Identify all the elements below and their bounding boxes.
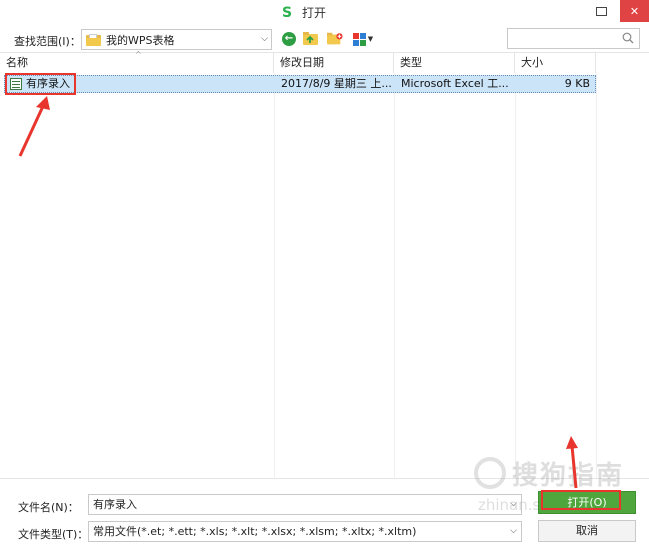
annotation-arrow-icon bbox=[566, 436, 578, 489]
up-folder-icon bbox=[303, 32, 318, 45]
column-header-type[interactable]: 类型 bbox=[394, 53, 515, 73]
new-folder-button[interactable] bbox=[327, 31, 343, 47]
back-button[interactable]: ← bbox=[281, 31, 297, 47]
title-bar: S 打开 ✕ bbox=[0, 0, 649, 26]
window-title-group: S 打开 bbox=[282, 4, 326, 21]
wps-logo-icon: S bbox=[282, 4, 293, 21]
dropdown-arrow-icon: ▼ bbox=[367, 35, 374, 43]
maximize-icon bbox=[595, 6, 607, 16]
row-size: 9 KB bbox=[564, 77, 590, 90]
lookin-combo[interactable]: 我的WPS表格 ⌵ bbox=[81, 29, 272, 50]
highlight-box bbox=[541, 490, 621, 510]
row-type: Microsoft Excel 工... bbox=[401, 77, 509, 90]
new-folder-icon bbox=[327, 32, 343, 45]
filename-field[interactable]: 有序录入 ⌵ bbox=[88, 494, 522, 515]
column-divider bbox=[596, 73, 597, 479]
table-row[interactable]: 有序录入 2017/8/9 星期三 上... Microsoft Excel 工… bbox=[4, 75, 596, 93]
highlight-box bbox=[5, 73, 76, 95]
column-divider bbox=[394, 73, 395, 479]
row-modified: 2017/8/9 星期三 上... bbox=[281, 77, 392, 90]
folder-icon bbox=[86, 33, 101, 46]
filetype-label: 文件类型(T)： bbox=[18, 528, 89, 541]
search-input[interactable] bbox=[507, 28, 640, 49]
lookin-label: 查找范围(I)： bbox=[14, 35, 81, 48]
column-header-name[interactable]: ^ 名称 bbox=[0, 50, 274, 73]
view-grid-icon bbox=[352, 32, 366, 46]
close-button[interactable]: ✕ bbox=[620, 0, 649, 22]
watermark-logo bbox=[474, 457, 506, 489]
column-header-modified[interactable]: 修改日期 bbox=[274, 53, 394, 73]
file-list[interactable]: ^ 名称 修改日期 类型 大小 有序录入 2017/8/9 星期三 上... M… bbox=[0, 50, 649, 479]
column-divider bbox=[274, 73, 275, 479]
cancel-button[interactable]: 取消 bbox=[538, 520, 636, 542]
annotation-arrow-icon bbox=[18, 96, 50, 157]
close-icon: ✕ bbox=[629, 4, 640, 18]
window-title: 打开 bbox=[302, 6, 327, 20]
column-header-size[interactable]: 大小 bbox=[515, 53, 596, 73]
chevron-down-icon: ⌵ bbox=[261, 34, 268, 44]
view-menu-button[interactable]: ▼ bbox=[350, 31, 376, 47]
back-arrow-icon: ← bbox=[282, 32, 296, 46]
up-folder-button[interactable] bbox=[303, 31, 319, 47]
search-icon bbox=[622, 32, 634, 44]
chevron-down-icon[interactable]: ⌵ bbox=[510, 522, 517, 541]
filename-label: 文件名(N)： bbox=[18, 501, 79, 514]
filetype-select[interactable]: 常用文件(*.et; *.ett; *.xls; *.xlt; *.xlsx; … bbox=[88, 521, 522, 542]
sort-up-icon: ^ bbox=[135, 50, 142, 59]
maximize-button[interactable] bbox=[588, 0, 614, 22]
column-divider bbox=[515, 73, 516, 479]
lookin-value: 我的WPS表格 bbox=[106, 33, 175, 47]
